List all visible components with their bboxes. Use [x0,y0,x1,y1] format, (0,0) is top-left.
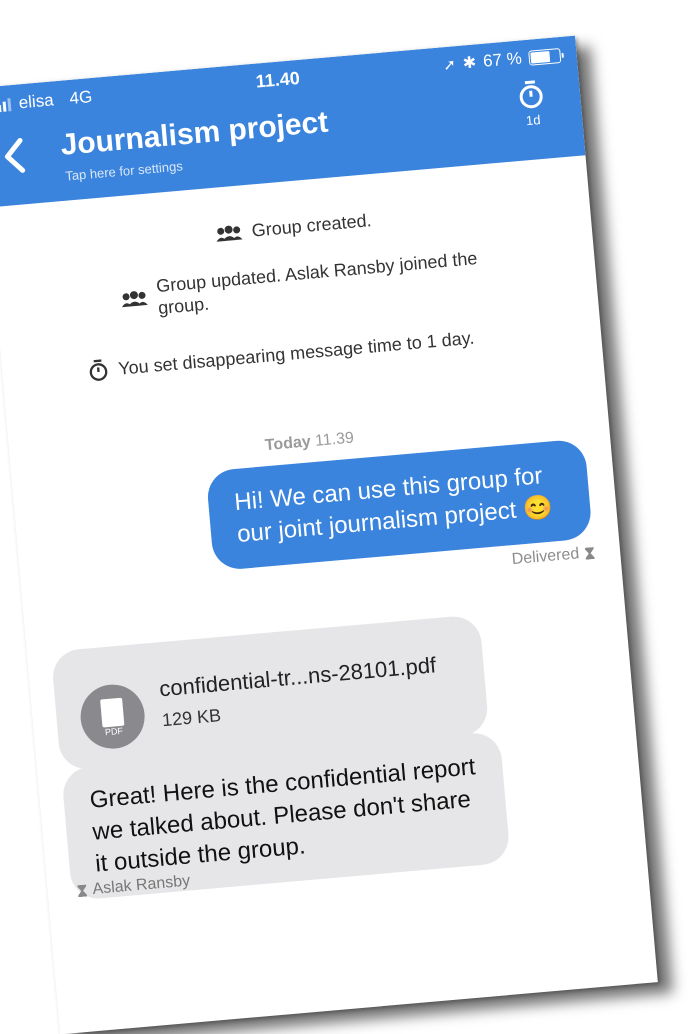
outgoing-message-text: Hi! We can use this group for our joint … [233,462,554,548]
system-message: Group updated. Aslak Ransby joined the g… [119,243,531,323]
timer-icon [87,358,109,384]
conversation-title[interactable]: Journalism project [59,106,329,163]
attachment-filename: confidential-tr...ns-28101.pdf [158,652,437,702]
incoming-message-text: Great! Here is the confidential report w… [89,753,477,877]
location-icon: ➚ [443,55,457,74]
hourglass-icon [585,547,595,560]
delivery-status-text: Delivered [511,545,580,569]
pdf-file-icon: PDF [78,682,147,751]
timer-icon [517,79,546,111]
delivery-status: Delivered [511,544,595,569]
chevron-left-icon [2,137,27,175]
pdf-icon-label: PDF [82,724,147,740]
battery-percent: 67 % [482,48,522,71]
system-message-text: Group created. [251,210,372,241]
back-button[interactable] [2,134,28,182]
disappearing-timer-button[interactable]: 1d [517,79,547,129]
phone-screen: elisa 4G 11.40 ➚ ✱ 67 % Journalism proje… [0,36,658,1034]
group-icon [121,290,148,308]
battery-icon [528,48,561,66]
system-message: You set disappearing message time to 1 d… [87,326,475,384]
message-list[interactable]: Group created. Group updated. Aslak Rans… [0,155,658,1034]
hourglass-icon [77,885,87,898]
system-message-text: Group updated. Aslak Ransby joined the g… [155,243,527,319]
date-separator-time: 11.39 [314,430,354,450]
date-separator-day: Today [264,433,311,454]
bluetooth-icon: ✱ [462,52,477,73]
timer-label: 1d [520,112,547,129]
system-message-text: You set disappearing message time to 1 d… [117,327,475,379]
attachment-size: 129 KB [161,705,222,731]
settings-hint[interactable]: Tap here for settings [65,158,184,183]
system-message: Group created. [215,210,372,245]
group-icon [215,224,242,242]
